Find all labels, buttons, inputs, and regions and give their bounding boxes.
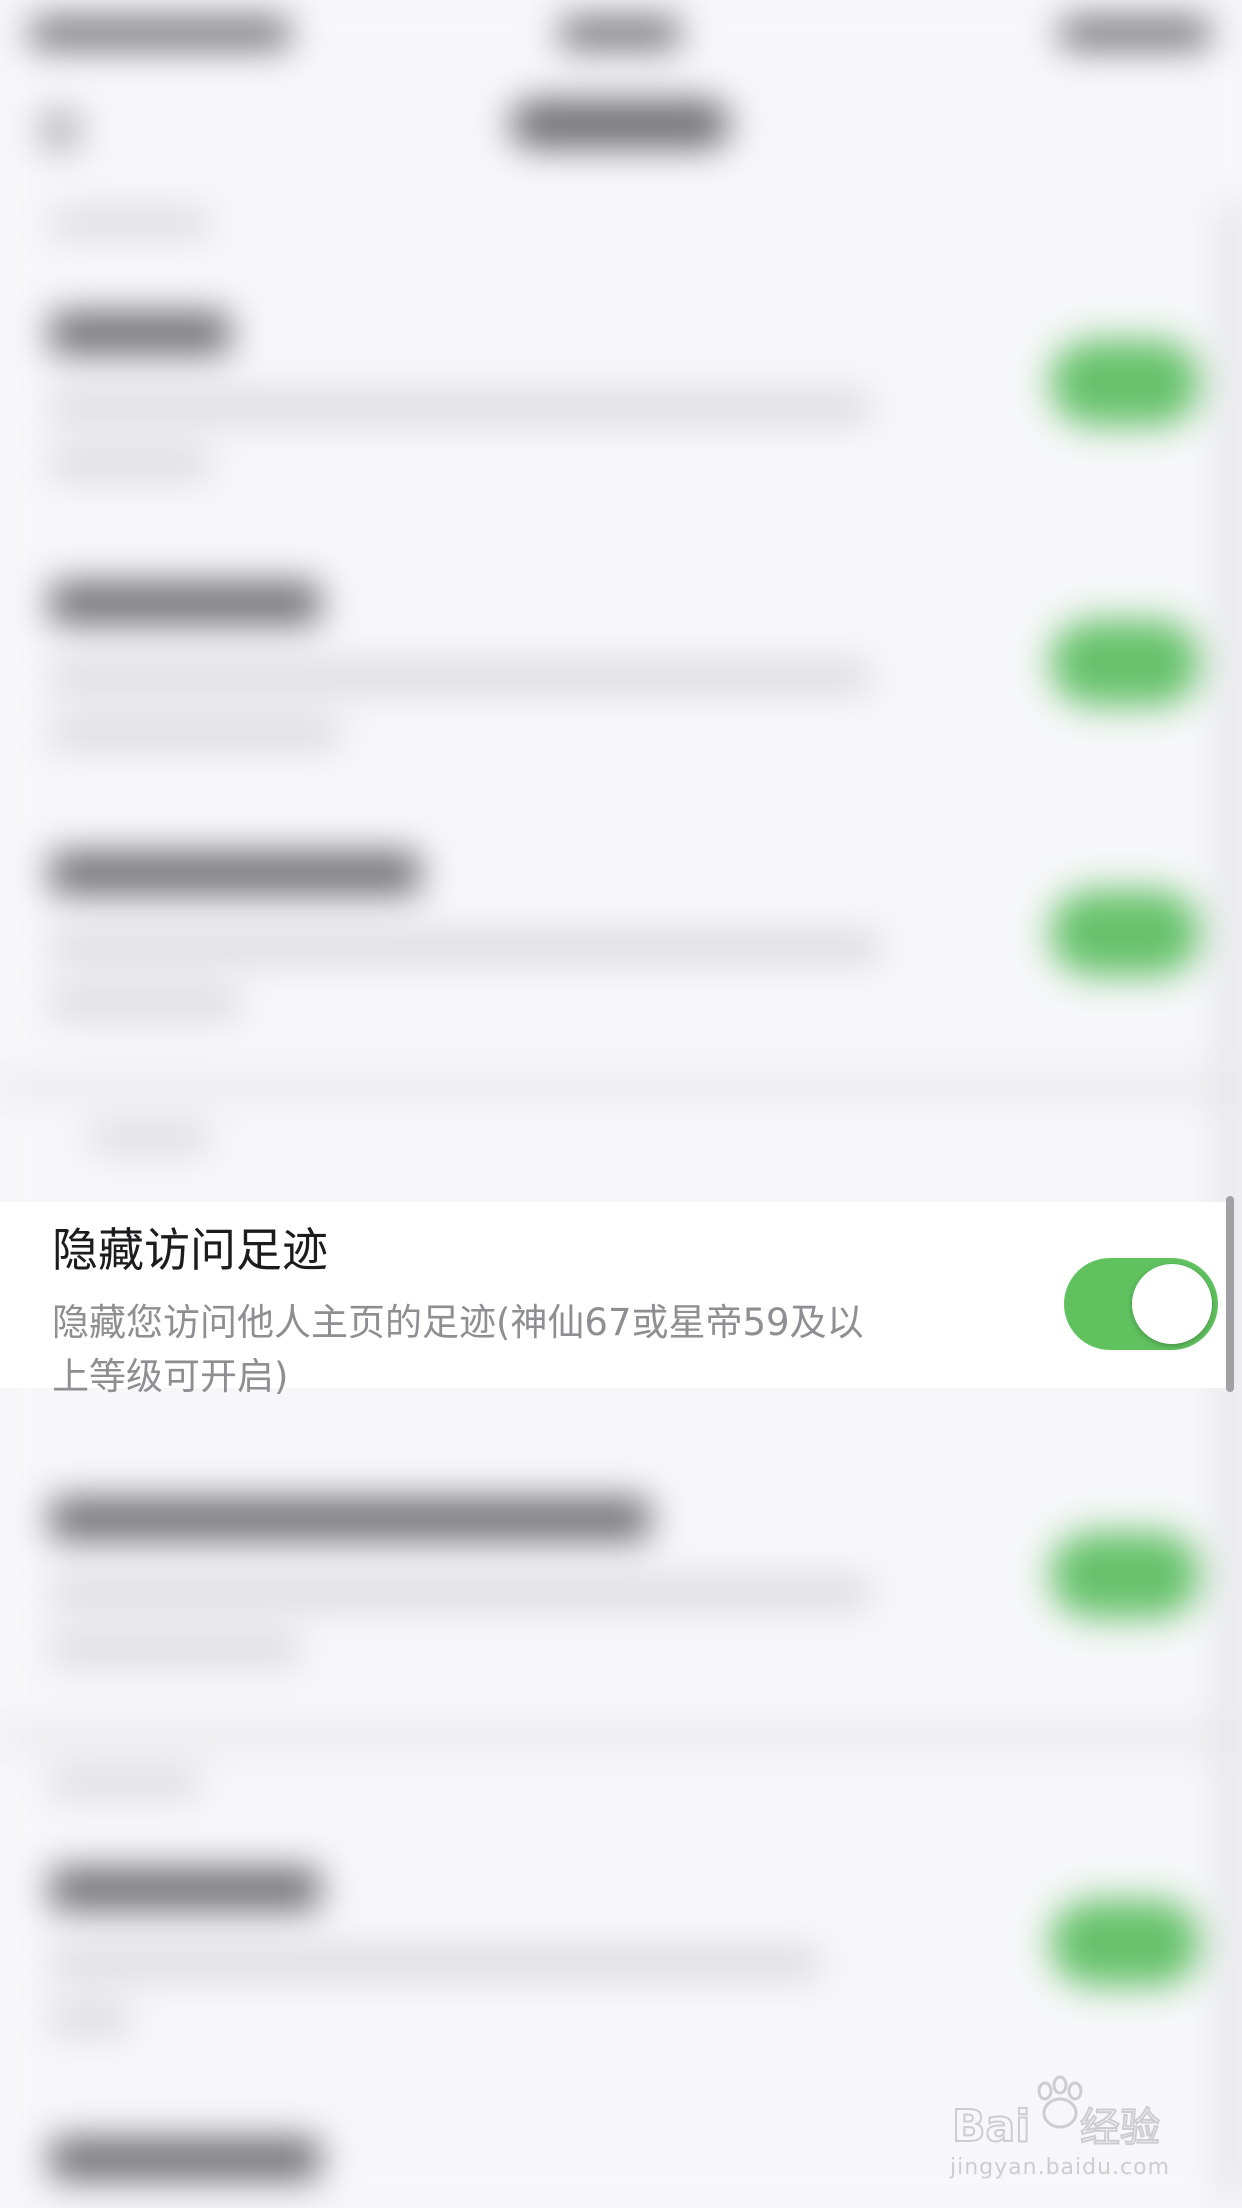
setting-title: 隐藏访问足迹 (52, 1223, 328, 1277)
setting-description: 隐藏您访问他人主页的足迹(神仙67或星帝59及以上等级可开启) (52, 1301, 864, 1398)
toggle (1050, 340, 1200, 426)
row-desc (50, 1634, 300, 1664)
status-bar-time (560, 18, 680, 48)
section-separator (0, 1072, 1242, 1102)
section-header (50, 210, 210, 236)
row-title (50, 1498, 650, 1540)
scroll-indicator (1226, 1196, 1234, 1392)
hide-footprint-toggle[interactable] (1064, 1258, 1218, 1350)
row-title (50, 312, 230, 354)
back-icon (40, 110, 80, 150)
baidu-logo-icon: Bai 经验 (951, 2075, 1161, 2153)
row-desc (50, 2004, 130, 2034)
row-desc (50, 932, 880, 962)
blurred-background (0, 0, 1242, 2208)
row-desc (50, 1948, 820, 1978)
row-title (50, 852, 420, 894)
section-header (90, 1125, 210, 1151)
svg-text:经验: 经验 (1080, 2105, 1160, 2151)
row-desc (50, 988, 240, 1018)
baidu-jingyan-watermark: Bai 经验 jingyan.baidu.com (950, 2075, 1190, 2185)
row-desc (50, 1578, 870, 1608)
toggle (1050, 620, 1200, 706)
section-separator (0, 1722, 1242, 1752)
setting-row-hide-visit-footprint: 隐藏访问足迹 隐藏您访问他人主页的足迹(神仙67或星帝59及以上等级可开启) (0, 1202, 1230, 1398)
toggle (1050, 1900, 1200, 1986)
svg-text:Bai: Bai (952, 2101, 1030, 2152)
toggle (1050, 1532, 1200, 1618)
status-bar-left (30, 18, 290, 48)
row-desc (50, 448, 210, 478)
row-desc (50, 392, 870, 422)
row-title (50, 582, 320, 624)
section-header (50, 1770, 200, 1796)
nav-title (510, 100, 730, 148)
toggle (1050, 890, 1200, 976)
status-bar-right (1060, 18, 1210, 48)
row-desc (50, 662, 870, 692)
row-desc (50, 718, 340, 748)
row-title (50, 1868, 320, 1910)
row-title (50, 2138, 320, 2180)
toggle-knob (1132, 1264, 1212, 1344)
watermark-domain: jingyan.baidu.com (950, 2155, 1171, 2180)
